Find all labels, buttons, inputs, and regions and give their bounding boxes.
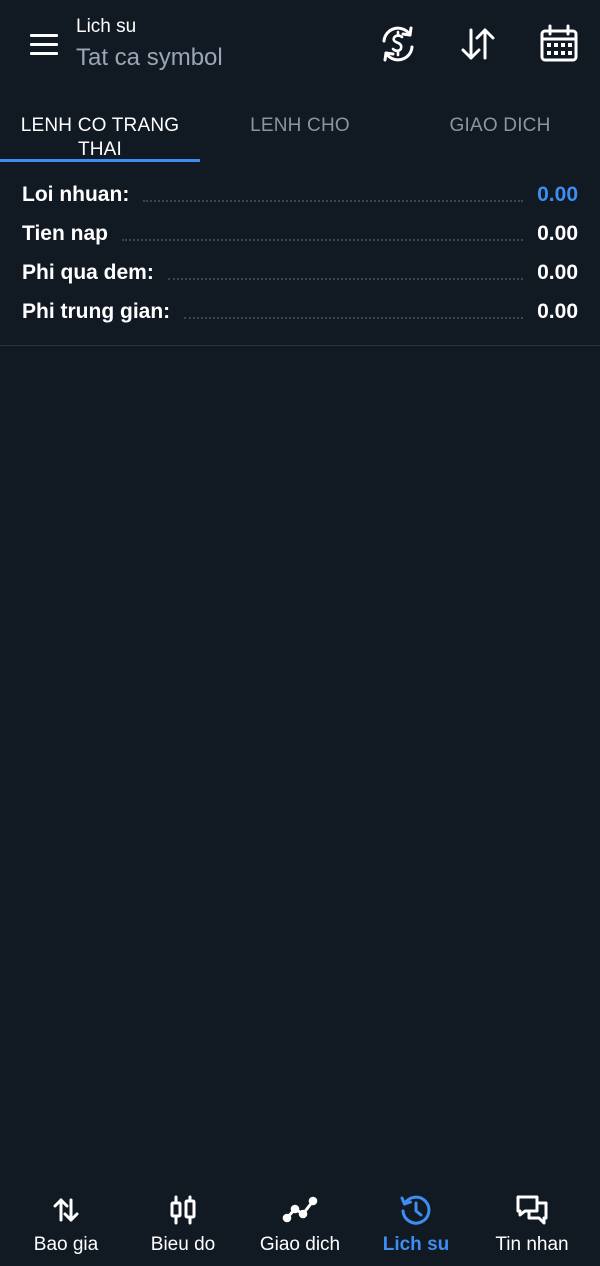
dotted-leader [184,316,524,319]
nav-label: Lich su [382,1234,450,1255]
bottom-navigation: Bao gia Bieu do Giao dich Lich su Tin nh… [0,1180,600,1266]
tab-pending-orders[interactable]: LENH CHO [200,108,400,164]
history-tabs: LENH CO TRANG THAI LENH CHO GIAO DICH [0,108,600,164]
tab-positions[interactable]: LENH CO TRANG THAI [0,108,200,164]
summary-value: 0.00 [537,182,578,206]
summary-label: Tien nap [22,221,108,245]
symbol-filter-title[interactable]: Tat ca symbol [76,44,223,72]
chat-icon [514,1192,550,1228]
nav-chart[interactable]: Bieu do [123,1180,243,1266]
tab-deals[interactable]: GIAO DICH [400,108,600,164]
summary-label: Loi nhuan: [22,182,130,206]
nav-quotes[interactable]: Bao gia [6,1180,126,1266]
tab-label: LENH CHO [250,115,350,136]
active-tab-indicator [0,159,200,162]
dotted-leader [121,238,524,241]
summary-row-commission: Phi trung gian: 0.00 [0,292,600,331]
screen-subtitle: Lich su [76,16,137,37]
nav-label: Bieu do [150,1234,216,1255]
nav-history[interactable]: Lich su [356,1180,476,1266]
trend-line-icon [282,1192,318,1228]
summary-value: 0.00 [537,260,578,284]
dotted-leader [167,277,524,280]
history-screen: Lich su Tat ca symbol LENH CO TRANG THAI… [0,0,600,1266]
dotted-leader [143,199,524,202]
tab-label: GIAO DICH [449,115,551,136]
candlestick-icon [165,1192,201,1228]
summary-value: 0.00 [537,221,578,245]
nav-label: Tin nhan [495,1234,569,1255]
arrows-up-down-icon [48,1192,84,1228]
summary-value: 0.00 [537,299,578,323]
summary-label: Phi trung gian: [22,299,171,323]
section-divider [0,345,600,346]
history-summary: Loi nhuan: 0.00 Tien nap 0.00 Phi qua de… [0,175,600,331]
nav-label: Giao dich [259,1234,341,1255]
tab-label: LENH CO TRANG THAI [20,115,180,160]
calendar-icon[interactable] [537,22,581,66]
history-icon [398,1192,434,1228]
summary-row-swap: Phi qua dem: 0.00 [0,253,600,292]
top-app-bar: Lich su Tat ca symbol [0,0,600,92]
nav-messages[interactable]: Tin nhan [472,1180,592,1266]
nav-label: Bao gia [33,1234,99,1255]
sort-icon[interactable] [456,22,500,66]
nav-trade[interactable]: Giao dich [240,1180,360,1266]
summary-row-deposit: Tien nap 0.00 [0,214,600,253]
menu-icon[interactable] [22,26,66,62]
summary-label: Phi qua dem: [22,260,154,284]
summary-row-profit[interactable]: Loi nhuan: 0.00 [0,175,600,214]
currency-refresh-icon[interactable] [376,22,420,66]
